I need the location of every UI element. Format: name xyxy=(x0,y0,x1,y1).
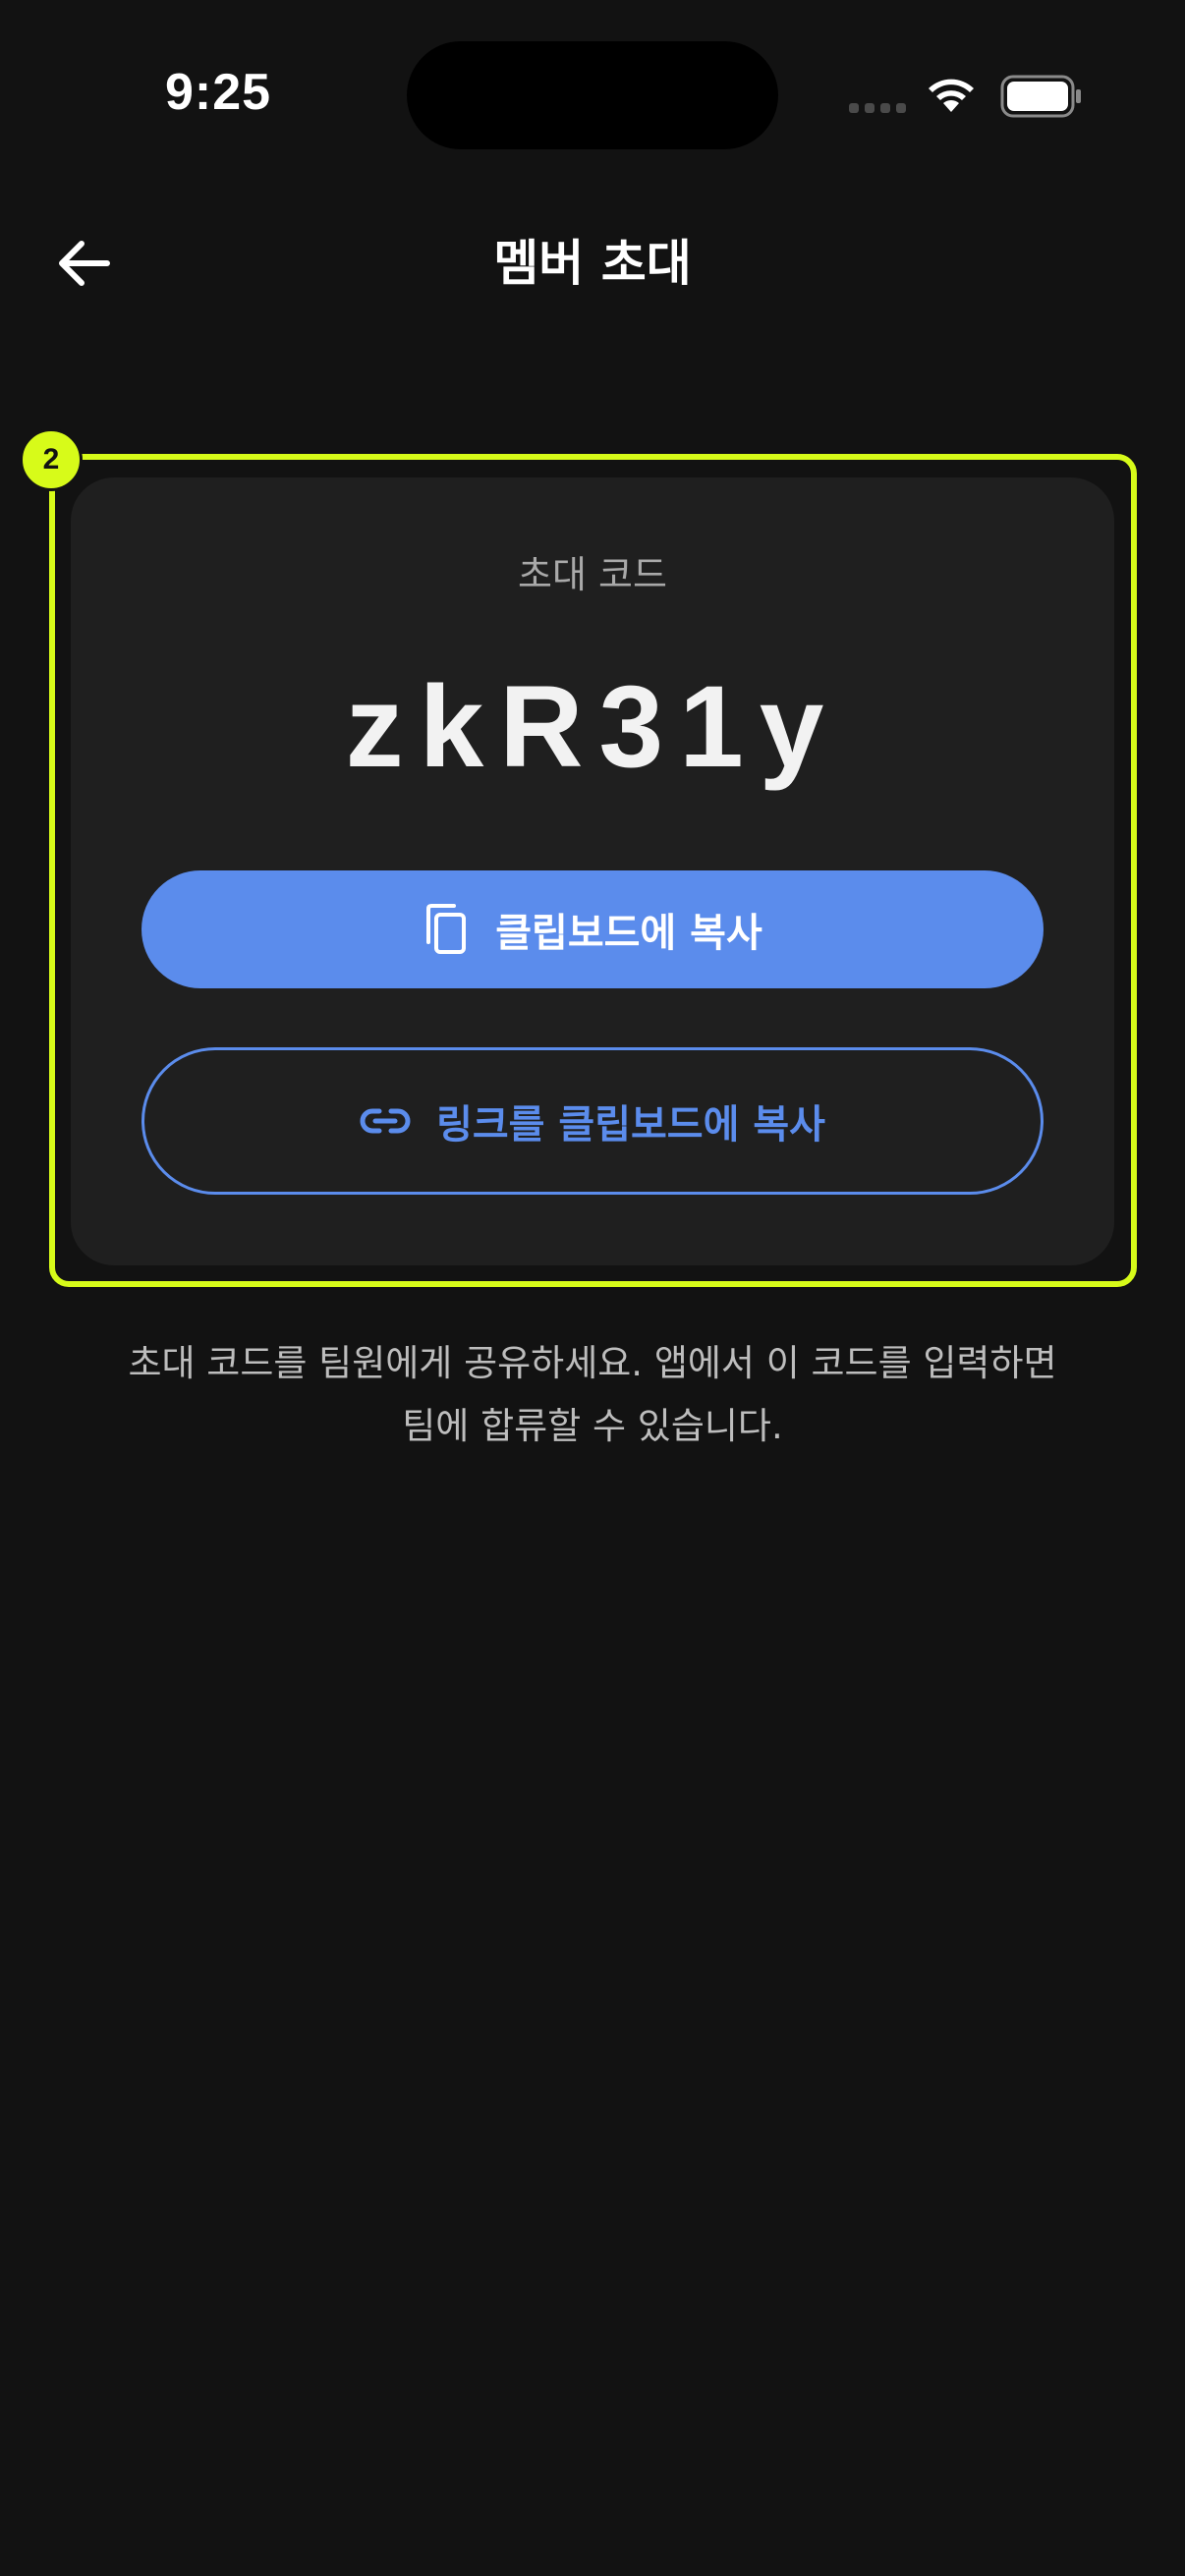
invite-member-screen: 9:25 멤버 초대 초대 코드 zkR31y 클립보드에 복사 링크를 클립보… xyxy=(0,0,1185,2576)
dynamic-island xyxy=(407,41,778,149)
highlight-badge: 2 xyxy=(20,428,83,491)
battery-icon xyxy=(1000,75,1083,122)
helper-text-line-2: 팀에 합류할 수 있습니다. xyxy=(402,1405,783,1447)
status-time: 9:25 xyxy=(165,64,272,121)
wifi-icon xyxy=(924,73,979,118)
cellular-signal-icon xyxy=(849,103,906,113)
helper-text-line-1: 초대 코드를 팀원에게 공유하세요. 앱에서 이 코드를 입력하면 xyxy=(128,1342,1057,1384)
page-title: 멤버 초대 xyxy=(493,235,692,292)
helper-text: 초대 코드를 팀원에게 공유하세요. 앱에서 이 코드를 입력하면 팀에 합류할… xyxy=(59,1332,1126,1458)
highlight-frame xyxy=(49,454,1137,1287)
